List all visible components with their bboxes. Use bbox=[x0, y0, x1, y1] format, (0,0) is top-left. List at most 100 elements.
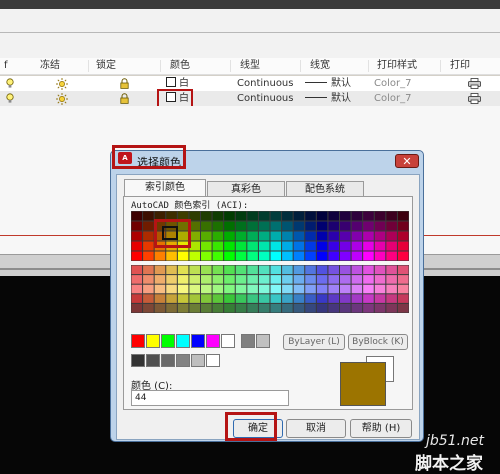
aci-color-cell[interactable] bbox=[270, 284, 282, 294]
aci-color-cell[interactable] bbox=[316, 251, 328, 261]
header-plot[interactable]: 打印 bbox=[450, 58, 470, 74]
aci-color-cell[interactable] bbox=[374, 294, 386, 303]
standard-color-swatch[interactable] bbox=[241, 334, 255, 348]
aci-color-cell[interactable] bbox=[224, 265, 235, 275]
aci-color-cell[interactable] bbox=[143, 251, 154, 261]
aci-color-cell[interactable] bbox=[143, 303, 154, 313]
aci-color-cell[interactable] bbox=[224, 275, 235, 284]
gray-colors-row[interactable] bbox=[131, 354, 221, 368]
aci-color-cell[interactable] bbox=[212, 265, 224, 275]
aci-color-cell[interactable] bbox=[293, 251, 305, 261]
aci-color-cell[interactable] bbox=[386, 251, 397, 261]
aci-color-cell[interactable] bbox=[247, 231, 258, 241]
aci-color-cell[interactable] bbox=[351, 265, 363, 275]
aci-color-cell[interactable] bbox=[235, 275, 247, 284]
aci-color-cell[interactable] bbox=[166, 265, 177, 275]
aci-color-cell[interactable] bbox=[374, 211, 386, 221]
aci-color-cell[interactable] bbox=[201, 303, 212, 313]
aci-color-cell[interactable] bbox=[235, 231, 247, 241]
aci-color-cell[interactable] bbox=[131, 221, 143, 231]
aci-color-cell[interactable] bbox=[154, 251, 166, 261]
tab-true-color[interactable]: 真彩色 bbox=[207, 181, 285, 197]
aci-color-cell[interactable] bbox=[305, 231, 316, 241]
aci-color-cell[interactable] bbox=[235, 241, 247, 251]
aci-color-cell[interactable] bbox=[305, 303, 316, 313]
gray-color-swatch[interactable] bbox=[176, 354, 190, 367]
aci-color-cell[interactable] bbox=[363, 275, 374, 284]
aci-color-cell[interactable] bbox=[270, 275, 282, 284]
aci-color-cell[interactable] bbox=[258, 211, 270, 221]
aci-color-cell[interactable] bbox=[282, 265, 293, 275]
aci-color-cell[interactable] bbox=[305, 294, 316, 303]
aci-color-cell[interactable] bbox=[351, 251, 363, 261]
aci-color-cell[interactable] bbox=[189, 211, 200, 221]
aci-color-cell[interactable] bbox=[143, 221, 154, 231]
aci-color-cell[interactable] bbox=[143, 294, 154, 303]
aci-color-cell[interactable] bbox=[363, 241, 374, 251]
aci-color-cell[interactable] bbox=[293, 241, 305, 251]
aci-color-cell[interactable] bbox=[305, 251, 316, 261]
aci-color-cell[interactable] bbox=[363, 265, 374, 275]
aci-color-cell[interactable] bbox=[166, 251, 177, 261]
aci-color-cell[interactable] bbox=[201, 251, 212, 261]
aci-color-cell[interactable] bbox=[351, 284, 363, 294]
aci-color-cell[interactable] bbox=[374, 265, 386, 275]
aci-color-cell[interactable] bbox=[131, 231, 143, 241]
aci-color-cell[interactable] bbox=[247, 284, 258, 294]
aci-color-cell[interactable] bbox=[386, 294, 397, 303]
aci-color-cell[interactable] bbox=[328, 221, 339, 231]
aci-color-cell[interactable] bbox=[282, 211, 293, 221]
aci-color-cell[interactable] bbox=[305, 211, 316, 221]
aci-color-cell[interactable] bbox=[154, 284, 166, 294]
gray-color-swatch[interactable] bbox=[161, 354, 175, 367]
aci-color-cell[interactable] bbox=[247, 241, 258, 251]
aci-color-cell[interactable] bbox=[351, 303, 363, 313]
aci-color-cell[interactable] bbox=[258, 231, 270, 241]
aci-color-cell[interactable] bbox=[293, 294, 305, 303]
aci-color-cell[interactable] bbox=[363, 231, 374, 241]
aci-color-cell[interactable] bbox=[154, 303, 166, 313]
header-lineweight[interactable]: 线宽 bbox=[310, 58, 330, 74]
aci-color-cell[interactable] bbox=[224, 231, 235, 241]
aci-color-cell[interactable] bbox=[131, 265, 143, 275]
aci-color-cell[interactable] bbox=[270, 303, 282, 313]
standard-color-swatch[interactable] bbox=[191, 334, 205, 348]
aci-color-cell[interactable] bbox=[386, 265, 397, 275]
aci-color-cell[interactable] bbox=[258, 303, 270, 313]
aci-color-cell[interactable] bbox=[374, 241, 386, 251]
aci-color-cell[interactable] bbox=[189, 241, 200, 251]
aci-color-cell[interactable] bbox=[143, 211, 154, 221]
aci-color-cell[interactable] bbox=[374, 251, 386, 261]
layer-lineweight[interactable]: 默认 bbox=[305, 76, 351, 91]
aci-color-cell[interactable] bbox=[340, 251, 351, 261]
aci-color-cell[interactable] bbox=[363, 221, 374, 231]
aci-color-cell[interactable] bbox=[374, 284, 386, 294]
aci-color-cell[interactable] bbox=[247, 294, 258, 303]
aci-color-cell[interactable] bbox=[386, 275, 397, 284]
aci-color-cell[interactable] bbox=[374, 231, 386, 241]
aci-color-cell[interactable] bbox=[258, 251, 270, 261]
aci-color-cell[interactable] bbox=[340, 284, 351, 294]
aci-color-cell[interactable] bbox=[258, 221, 270, 231]
standard-color-swatch[interactable] bbox=[206, 334, 220, 348]
aci-color-cell[interactable] bbox=[293, 275, 305, 284]
bylayer-button[interactable]: ByLayer (L) bbox=[283, 334, 345, 350]
help-button[interactable]: 帮助 (H) bbox=[350, 419, 412, 438]
gray-color-swatch[interactable] bbox=[131, 354, 145, 367]
aci-color-cell[interactable] bbox=[305, 275, 316, 284]
aci-color-cell[interactable] bbox=[131, 284, 143, 294]
aci-color-cell[interactable] bbox=[397, 251, 409, 261]
aci-color-cell[interactable] bbox=[189, 303, 200, 313]
aci-color-cell[interactable] bbox=[397, 294, 409, 303]
aci-color-cell[interactable] bbox=[224, 241, 235, 251]
aci-color-cell[interactable] bbox=[328, 211, 339, 221]
aci-color-cell[interactable] bbox=[177, 251, 189, 261]
aci-color-cell[interactable] bbox=[386, 221, 397, 231]
aci-color-cell[interactable] bbox=[282, 251, 293, 261]
aci-color-cell[interactable] bbox=[328, 241, 339, 251]
printer-icon[interactable] bbox=[468, 93, 481, 107]
printer-icon[interactable] bbox=[468, 78, 481, 92]
aci-color-cell[interactable] bbox=[374, 275, 386, 284]
aci-color-cell[interactable] bbox=[166, 294, 177, 303]
aci-color-cell[interactable] bbox=[316, 231, 328, 241]
